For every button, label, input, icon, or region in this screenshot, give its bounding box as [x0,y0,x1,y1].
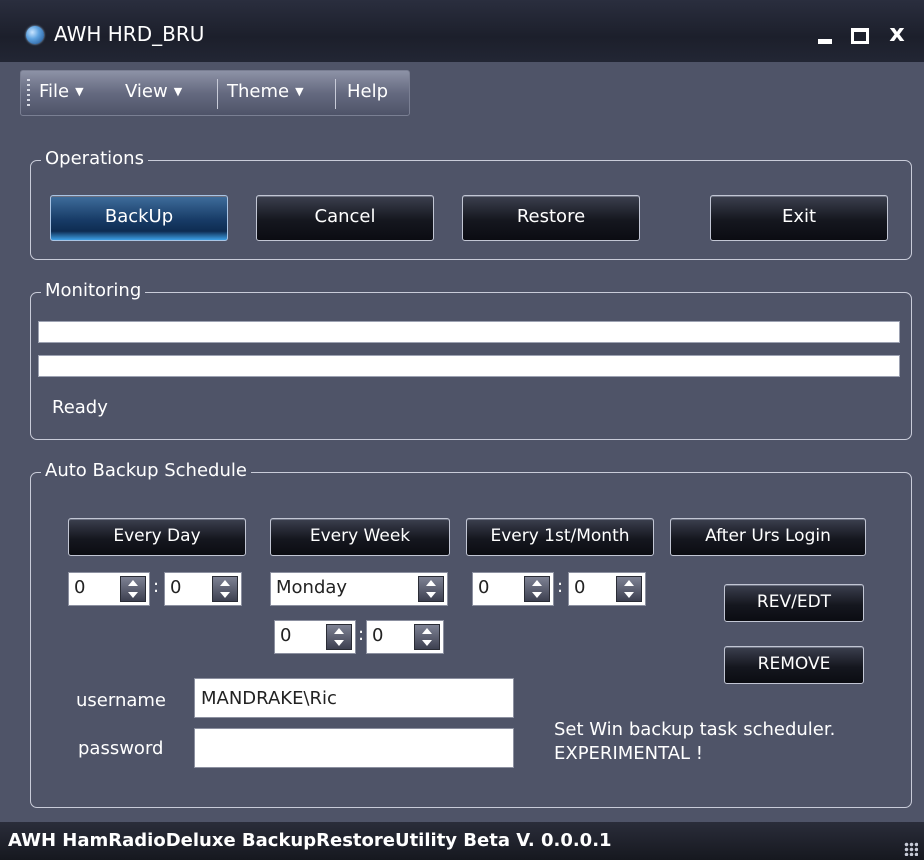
maximize-button[interactable] [842,18,876,48]
menu-file-label: File [39,81,70,102]
status-text: Ready [52,397,108,418]
month-hour-value: 0 [478,577,490,598]
menu-theme[interactable]: Theme ▼ [227,81,304,102]
month-minute-spinner[interactable]: 0 [568,572,646,606]
day-hour-spinner[interactable]: 0 [68,572,150,606]
menu-bar: File ▼ View ▼ Theme ▼ Help [20,70,410,116]
spin-arrows-icon[interactable] [616,576,642,602]
resize-grip-icon[interactable] [904,842,918,856]
progress-bar-2 [38,355,900,377]
week-day-value: Monday [276,577,348,598]
status-bar: AWH HamRadioDeluxe BackupRestoreUtility … [0,822,924,860]
week-minute-value: 0 [372,625,384,646]
after-login-button[interactable]: After Urs Login [670,518,866,556]
chevron-down-icon: ▼ [75,85,84,98]
exit-button[interactable]: Exit [710,195,888,241]
spin-arrows-icon[interactable] [418,576,444,602]
rev-edt-button[interactable]: REV/EDT [724,584,864,622]
month-minute-value: 0 [574,577,586,598]
day-minute-value: 0 [170,577,182,598]
spin-arrows-icon[interactable] [120,576,146,602]
chevron-down-icon: ▼ [173,85,183,98]
backup-button[interactable]: BackUp [50,195,228,241]
week-minute-spinner[interactable]: 0 [366,620,444,654]
menu-separator [217,79,218,109]
schedule-legend: Auto Backup Schedule [41,460,251,481]
menu-grip-icon [27,79,30,109]
title-bar: AWH HRD_BRU x [0,0,924,62]
every-week-button[interactable]: Every Week [270,518,450,556]
username-label: username [76,690,166,711]
menu-view-label: View [125,81,168,102]
username-input[interactable] [194,678,514,718]
menu-theme-label: Theme [227,81,290,102]
close-button[interactable]: x [880,18,914,48]
menu-view[interactable]: View ▼ [125,81,182,102]
password-label: password [78,738,164,759]
spin-arrows-icon[interactable] [414,624,440,650]
password-input[interactable] [194,728,514,768]
operations-legend: Operations [41,148,148,169]
remove-button[interactable]: REMOVE [724,646,864,684]
scheduler-note: Set Win backup task scheduler. EXPERIMEN… [554,718,835,766]
time-separator: : [153,576,160,597]
menu-file[interactable]: File ▼ [39,81,84,102]
minimize-button[interactable] [808,18,842,48]
spin-arrows-icon[interactable] [212,576,238,602]
spin-arrows-icon[interactable] [524,576,550,602]
time-separator: : [557,576,564,597]
chevron-down-icon: ▼ [295,85,304,98]
progress-bar-1 [38,321,900,343]
window-title: AWH HRD_BRU [54,22,205,46]
day-hour-value: 0 [74,577,86,598]
month-hour-spinner[interactable]: 0 [472,572,554,606]
spin-arrows-icon[interactable] [326,624,352,650]
status-bar-text: AWH HamRadioDeluxe BackupRestoreUtility … [8,830,612,851]
every-day-button[interactable]: Every Day [68,518,246,556]
every-month-button[interactable]: Every 1st/Month [466,518,654,556]
restore-button[interactable]: Restore [462,195,640,241]
scheduler-note-line2: EXPERIMENTAL ! [554,743,703,764]
week-hour-value: 0 [280,625,292,646]
app-orb-icon [26,26,44,44]
week-day-spinner[interactable]: Monday [270,572,448,606]
time-separator: : [358,624,365,645]
menu-help[interactable]: Help [347,81,388,102]
menu-separator [335,79,336,109]
day-minute-spinner[interactable]: 0 [164,572,242,606]
week-hour-spinner[interactable]: 0 [274,620,356,654]
monitoring-legend: Monitoring [41,280,146,301]
cancel-button[interactable]: Cancel [256,195,434,241]
scheduler-note-line1: Set Win backup task scheduler. [554,719,836,740]
